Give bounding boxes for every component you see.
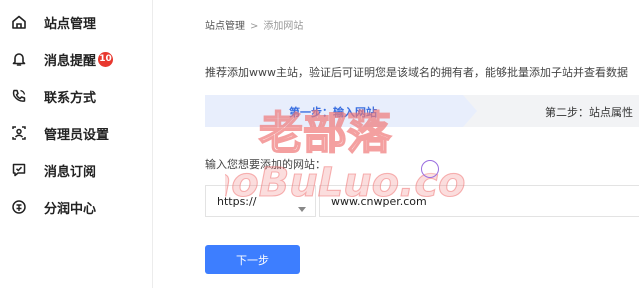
sidebar-item-label: 联系方式 — [44, 90, 97, 106]
coin-icon — [10, 198, 28, 216]
breadcrumb-separator: > — [250, 21, 259, 32]
protocol-select-value: https:// — [217, 194, 257, 208]
protocol-select[interactable]: https:// — [205, 185, 316, 217]
website-field-label: 输入您想要添加的网站： — [205, 158, 326, 171]
sidebar-item-notifications[interactable]: 消息提醒 10 — [0, 41, 153, 77]
cursor-indicator — [421, 160, 439, 178]
next-step-button[interactable]: 下一步 — [205, 245, 300, 274]
sidebar-item-label: 消息提醒 — [44, 53, 97, 69]
caret-down-icon — [298, 198, 306, 217]
sidebar: 站点管理 消息提醒 10 联系方式 管理员设置 消息订阅 分润中心 — [0, 0, 153, 288]
step-indicator: 第一步：输入网站 第二步：站点属性 — [205, 95, 639, 127]
sidebar-item-label: 管理员设置 — [44, 127, 110, 143]
sidebar-item-label: 站点管理 — [44, 16, 97, 32]
page-description: 推荐添加www主站，验证后可证明您是该域名的拥有者，能够批量添加子站并查看数据 — [205, 66, 628, 79]
unread-count-badge: 10 — [98, 51, 113, 67]
sidebar-item-label: 消息订阅 — [44, 164, 97, 180]
subscribe-icon — [10, 161, 28, 179]
website-url-input[interactable] — [319, 185, 639, 217]
bell-icon — [10, 50, 28, 68]
step-2-label: 第二步：站点属性 — [545, 106, 633, 119]
sidebar-item-subscriptions[interactable]: 消息订阅 — [0, 152, 153, 188]
breadcrumb-current: 添加网站 — [263, 21, 304, 32]
step-1-label: 第一步：输入网站 — [289, 106, 377, 119]
breadcrumb: 站点管理 > 添加网站 — [205, 17, 303, 32]
sidebar-item-profit-center[interactable]: 分润中心 — [0, 189, 153, 225]
sidebar-item-site-management[interactable]: 站点管理 — [0, 4, 153, 40]
phone-icon — [10, 87, 28, 105]
sidebar-item-contact[interactable]: 联系方式 — [0, 78, 153, 114]
admin-card-icon — [10, 124, 28, 142]
sidebar-item-label: 分润中心 — [44, 201, 97, 217]
sidebar-item-admin-settings[interactable]: 管理员设置 — [0, 115, 153, 151]
home-icon — [10, 13, 28, 31]
breadcrumb-parent-link[interactable]: 站点管理 — [205, 21, 245, 32]
